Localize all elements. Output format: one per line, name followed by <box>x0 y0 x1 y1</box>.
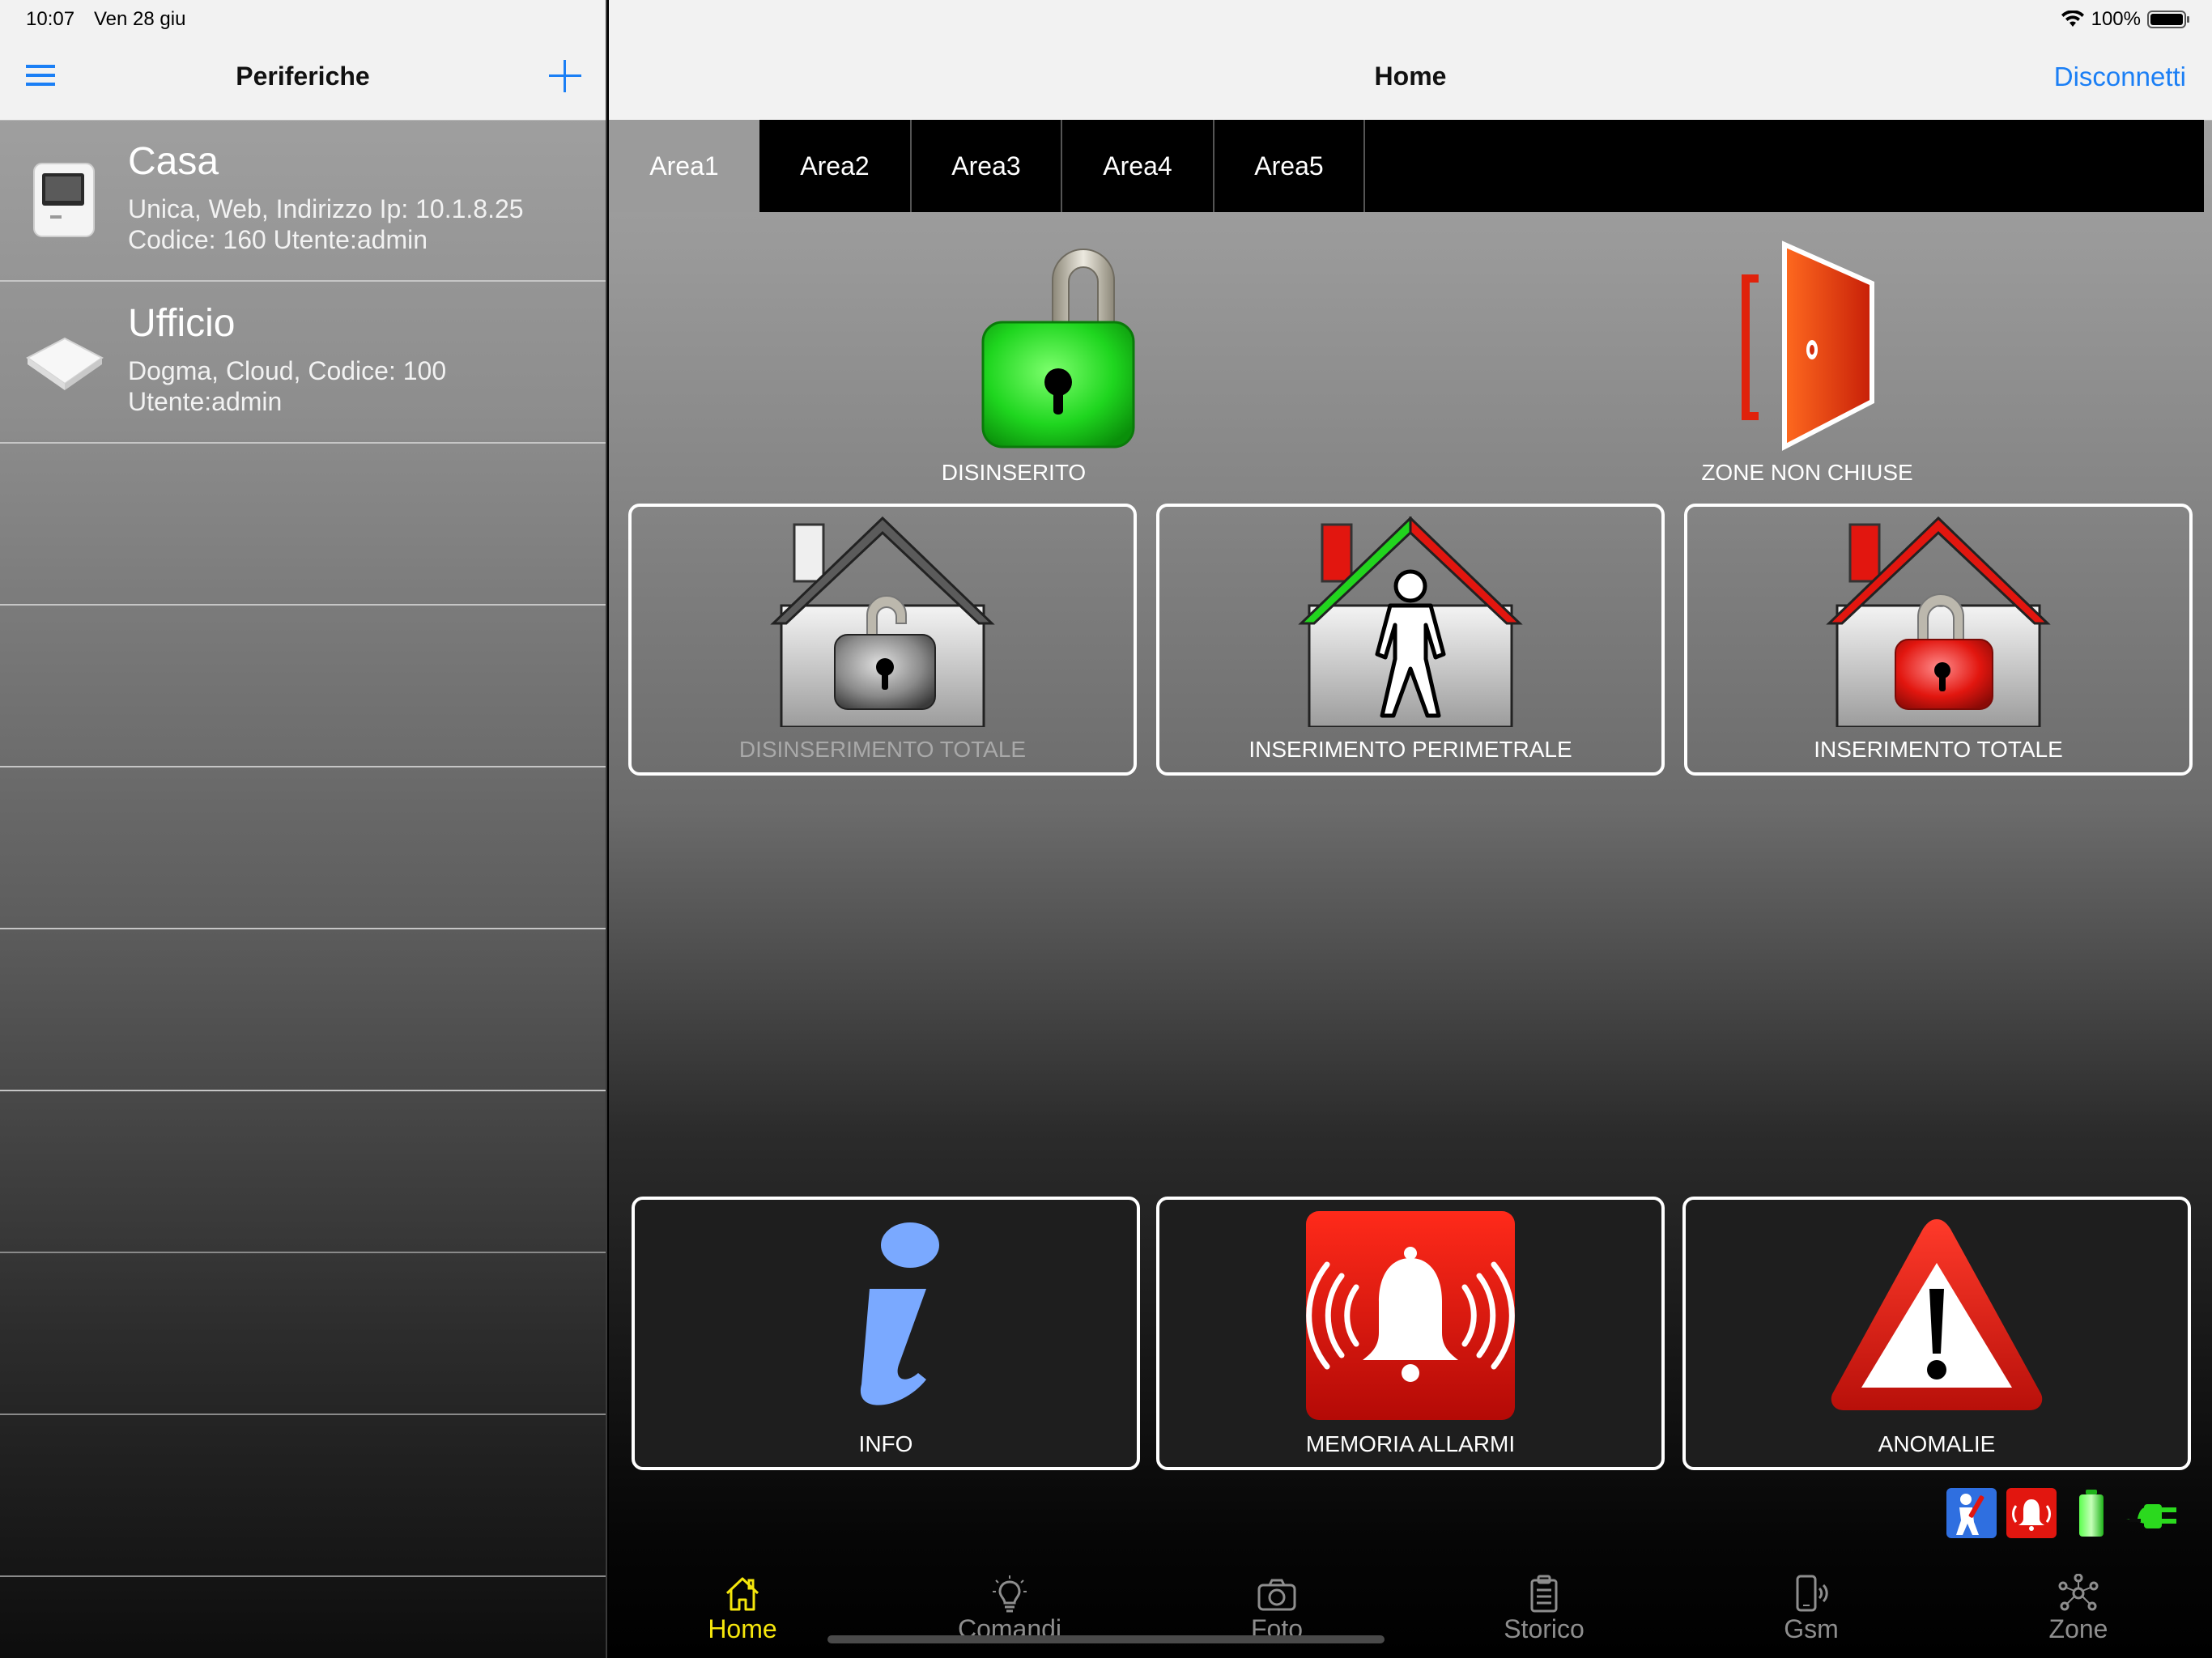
anomalies-label: ANOMALIE <box>1878 1431 1996 1456</box>
arm-perimeter-button[interactable]: INSERIMENTO PERIMETRALE <box>1156 504 1665 776</box>
alarm-memory-button[interactable]: MEMORIA ALLARMI <box>1156 1197 1665 1470</box>
master-pane: 10:07 Ven 28 giu Periferiche Casa Unica,… <box>0 0 607 1658</box>
disarm-total-label: DISINSERIMENTO TOTALE <box>738 737 1027 762</box>
battery-icon <box>2147 11 2189 28</box>
open-door-icon <box>1734 240 1880 457</box>
tab-area2[interactable]: Area2 <box>759 120 912 212</box>
mains-power-status-icon <box>2125 1488 2176 1538</box>
tabbar-item-photos[interactable]: Foto <box>1143 1561 1410 1658</box>
tabbar-item-home[interactable]: Home <box>609 1561 876 1658</box>
device-name: Casa <box>128 140 219 183</box>
empty-row <box>0 767 606 929</box>
info-icon <box>805 1211 967 1426</box>
tab-area1[interactable]: Area1 <box>609 120 759 212</box>
tabbar-item-gsm[interactable]: Gsm <box>1678 1561 1945 1658</box>
zones-state-label: ZONE NON CHIUSE <box>1701 460 1913 485</box>
disarm-total-button[interactable]: DISINSERIMENTO TOTALE <box>628 504 1137 776</box>
tabbar-label: Gsm <box>1784 1614 1839 1643</box>
device-row-casa[interactable]: Casa Unica, Web, Indirizzo Ip: 10.1.8.25… <box>0 120 606 282</box>
arm-total-button[interactable]: INSERIMENTO TOTALE <box>1684 504 2193 776</box>
device-credentials: Utente:admin <box>128 387 283 416</box>
lightbulb-icon <box>993 1575 1027 1613</box>
bottom-tab-bar: Home Comandi Foto Storico Gsm Zone <box>609 1561 2212 1658</box>
cloud-hub-device-icon <box>23 334 107 396</box>
master-title: Periferiche <box>236 62 370 91</box>
disconnect-button[interactable]: Disconnetti <box>2054 62 2186 92</box>
master-nav-bar: 10:07 Ven 28 giu Periferiche <box>0 0 606 121</box>
empty-row <box>0 929 606 1091</box>
home-icon <box>725 1577 759 1611</box>
alarm-memory-label: MEMORIA ALLARMI <box>1305 1431 1516 1456</box>
disarmed-lock-icon <box>933 240 1151 462</box>
warning-triangle-icon <box>1827 1214 2046 1421</box>
status-date: Ven 28 giu <box>94 8 186 30</box>
battery-percentage: 100% <box>2091 8 2141 30</box>
network-nodes-icon <box>2058 1574 2099 1611</box>
clipboard-icon <box>1530 1575 1558 1613</box>
device-details: Dogma, Cloud, Codice: 100 <box>128 356 447 385</box>
status-time: 10:07 <box>26 8 75 30</box>
wifi-icon <box>2061 11 2084 27</box>
tab-area5[interactable]: Area5 <box>1214 120 1365 212</box>
page-title: Home <box>1374 62 1447 91</box>
home-indicator[interactable] <box>827 1635 1385 1643</box>
tab-area3[interactable]: Area3 <box>912 120 1062 212</box>
detail-nav-bar: 100% Home Disconnetti <box>609 0 2212 121</box>
add-device-icon[interactable] <box>547 58 583 94</box>
empty-row <box>0 1091 606 1253</box>
device-details: Unica, Web, Indirizzo Ip: 10.1.8.25 <box>128 194 524 223</box>
camera-icon <box>1257 1579 1296 1611</box>
arm-perimeter-label: INSERIMENTO PERIMETRALE <box>1249 737 1572 762</box>
empty-row <box>0 1415 606 1577</box>
arm-total-label: INSERIMENTO TOTALE <box>1814 737 2063 762</box>
tabbar-item-commands[interactable]: Comandi <box>876 1561 1143 1658</box>
area-tabs: Area1 Area2 Area3 Area4 Area5 <box>609 120 2204 212</box>
info-label: INFO <box>858 1431 913 1456</box>
anomalies-button[interactable]: ANOMALIE <box>1682 1197 2191 1470</box>
arm-state-label: DISINSERITO <box>941 460 1087 485</box>
house-perimeter-icon <box>1293 515 1528 731</box>
house-unlocked-icon <box>765 516 1000 731</box>
detail-pane: 100% Home Disconnetti Area1 Area2 Area3 … <box>609 0 2212 1658</box>
battery-status-icon <box>2066 1488 2116 1538</box>
device-row-ufficio[interactable]: Ufficio Dogma, Cloud, Codice: 100 Utente… <box>0 282 606 444</box>
alarm-status-icon <box>2006 1488 2057 1538</box>
info-button[interactable]: INFO <box>632 1197 1140 1470</box>
empty-row <box>0 606 606 767</box>
device-name: Ufficio <box>128 302 236 345</box>
empty-row <box>0 444 606 606</box>
maintenance-status-icon <box>1946 1488 1997 1538</box>
tabbar-label: Storico <box>1504 1614 1585 1643</box>
control-panel-device-icon <box>32 162 97 244</box>
status-indicators: 100% <box>2061 8 2191 31</box>
house-locked-icon <box>1821 516 2056 731</box>
tabbar-item-zones[interactable]: Zone <box>1945 1561 2212 1658</box>
tab-area4[interactable]: Area4 <box>1062 120 1214 212</box>
phone-signal-icon <box>1796 1575 1828 1612</box>
tabbar-item-history[interactable]: Storico <box>1410 1561 1678 1658</box>
empty-row <box>0 1253 606 1415</box>
alarm-bell-icon <box>1306 1211 1515 1424</box>
device-credentials: Codice: 160 Utente:admin <box>128 225 428 254</box>
tabbar-label: Zone <box>2048 1614 2108 1643</box>
